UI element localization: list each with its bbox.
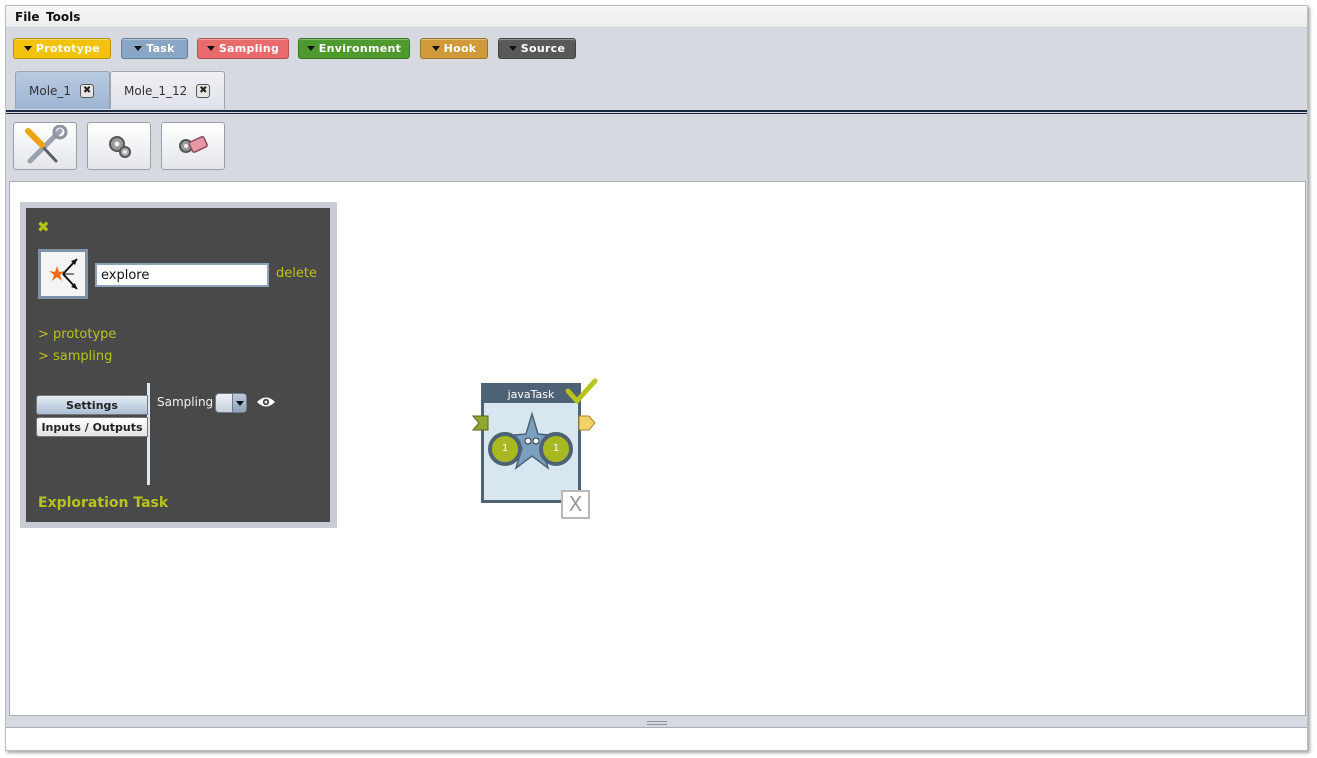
input-port-icon[interactable] [472,415,490,431]
palette-task-button[interactable]: Task [121,38,188,59]
prototype-link[interactable]: > prototype [38,327,116,342]
chevron-down-icon [206,46,215,51]
chevron-down-icon [232,394,246,412]
sampling-link[interactable]: > sampling [38,349,112,364]
task-name-input[interactable] [95,263,269,287]
tab-mole-1[interactable]: Mole_1 ✖ [15,71,110,109]
tab-divider-secondary [6,113,1307,114]
close-tab-icon[interactable]: ✖ [196,83,211,98]
input-slot[interactable]: 1 [488,432,522,466]
app-window: File Tools Prototype Task Sampling Envir… [5,5,1308,751]
palette-label: Prototype [35,42,101,55]
chevron-down-icon [431,46,440,51]
gears-icon [109,136,131,158]
tab-bar: Mole_1 ✖ Mole_1_12 ✖ [6,70,1307,110]
palette-label: Source [520,42,566,55]
clean-button[interactable] [161,122,225,170]
execution-mode-button[interactable] [87,122,151,170]
check-icon [565,378,598,404]
chevron-down-icon [23,46,32,51]
java-task-node[interactable]: javaTask 1 1 X [472,378,598,519]
build-mode-button[interactable] [13,122,77,170]
menu-file[interactable]: File [15,10,40,24]
eraser-icon [179,135,208,153]
workflow-canvas[interactable]: ✖ delete > prototype > sampling [9,181,1306,716]
chevron-down-icon [508,46,517,51]
task-settings-panel: ✖ delete > prototype > sampling [20,202,337,528]
node-title: javaTask [484,386,578,403]
close-tab-icon[interactable]: ✖ [80,83,95,98]
tab-label: Mole_1_12 [124,83,188,98]
palette-label: Task [146,42,175,55]
sampling-select[interactable] [215,393,247,413]
palette-prototype-button[interactable]: Prototype [13,38,111,59]
tab-divider [6,110,1307,112]
palette-hook-button[interactable]: Hook [420,38,488,59]
status-bar [6,727,1307,750]
exploration-task-icon[interactable] [38,249,88,299]
tools-icon [25,125,68,164]
chevron-down-icon [306,46,315,51]
explore-icon [49,258,78,290]
task-settings-body: ✖ delete > prototype > sampling [26,208,330,522]
output-port-icon[interactable] [578,415,596,431]
remove-node-button[interactable]: X [561,490,590,519]
tab-label: Mole_1 [29,83,72,98]
palette-label: Sampling [218,42,280,55]
menu-bar: File Tools [6,6,1307,28]
sampling-label: Sampling [157,395,214,409]
palette-environment-button[interactable]: Environment [298,38,410,59]
palette-label: Environment [318,42,402,55]
palette-label: Hook [443,42,477,55]
output-slot[interactable]: 1 [539,432,573,466]
tab-mole-1-12[interactable]: Mole_1_12 ✖ [110,71,225,109]
chevron-down-icon [134,46,143,51]
tab-inputs-outputs[interactable]: Inputs / Outputs [36,417,148,437]
tab-settings[interactable]: Settings [36,395,148,415]
eye-icon[interactable] [256,396,276,408]
palette-source-button[interactable]: Source [498,38,576,59]
palette-sampling-button[interactable]: Sampling [197,38,289,59]
menu-tools[interactable]: Tools [46,10,80,24]
splitter-handle[interactable] [647,721,667,725]
panel-title: Exploration Task [38,495,169,511]
close-icon[interactable]: ✖ [37,220,50,235]
delete-link[interactable]: delete [276,266,317,281]
